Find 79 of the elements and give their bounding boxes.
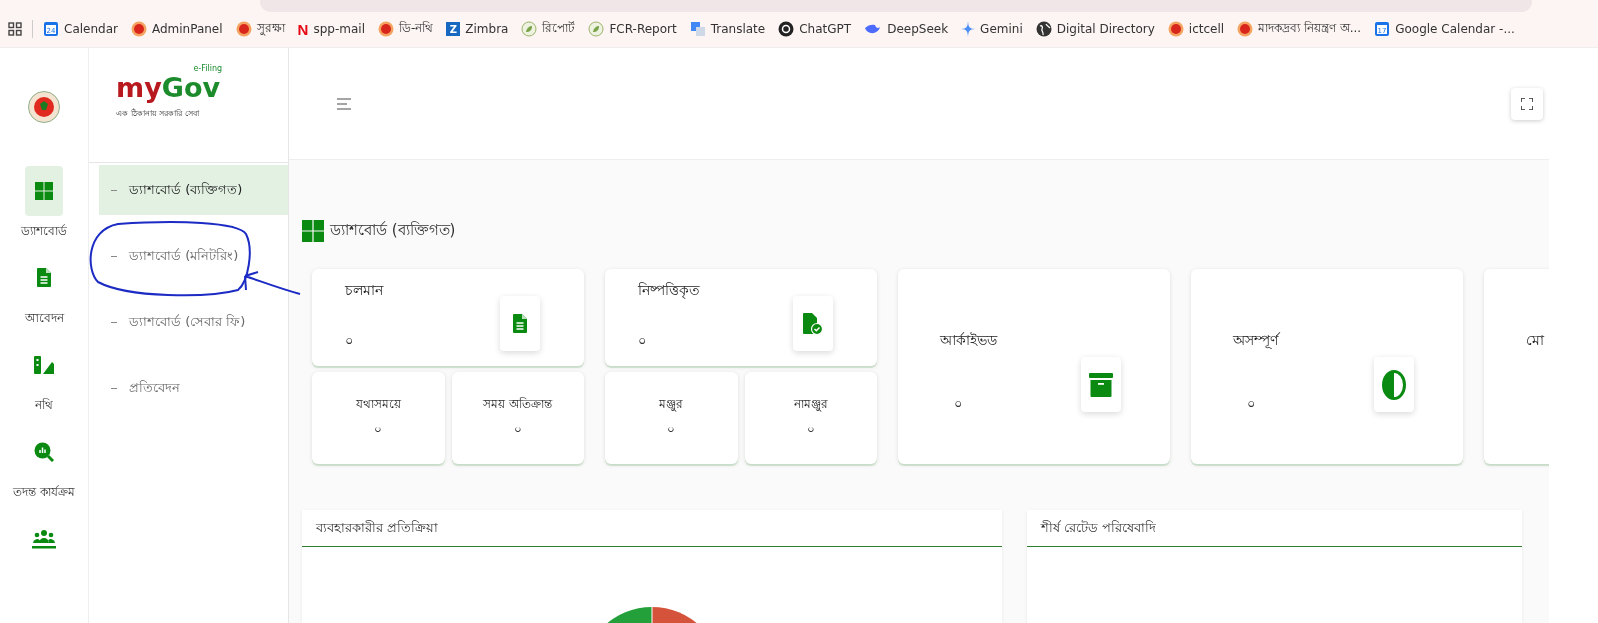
card-value: ০ — [345, 332, 353, 350]
panel-title: শীর্ষ রেটেড পরিষেবাদি — [1027, 510, 1522, 547]
card-value: ০ — [638, 332, 646, 350]
card-value: ০ — [374, 421, 383, 438]
people-icon — [32, 528, 56, 549]
archive-box-icon — [1089, 372, 1113, 397]
dash-icon — [111, 387, 117, 389]
bookmark-link[interactable]: N spp-mail — [297, 20, 365, 38]
panel-title: ব্যবহারকারীর প্রতিক্রিয়া — [302, 510, 1002, 547]
dash-icon — [111, 189, 117, 191]
search-icon — [34, 441, 54, 462]
globe-icon — [1035, 21, 1052, 37]
card-title: মঞ্জুর — [659, 396, 684, 414]
card-value: ০ — [513, 421, 522, 438]
translate-icon — [689, 21, 706, 37]
bookmark-link[interactable]: Digital Directory — [1035, 21, 1155, 37]
emblem-icon — [28, 91, 60, 123]
rail-label: আবেদন — [23, 310, 66, 326]
knot-icon — [778, 21, 795, 37]
fullscreen-button[interactable] — [1511, 87, 1543, 120]
card-value: ০ — [954, 395, 962, 413]
card-value: ০ — [667, 421, 676, 438]
document-check-icon — [803, 312, 823, 335]
bookmark-link[interactable]: ডি-নথি — [377, 19, 434, 39]
leaf-icon — [521, 21, 538, 37]
logo-tagline: এক ঠিকানায় সরকারি সেবা — [116, 107, 200, 120]
bookmark-link[interactable]: DeepSeek — [864, 22, 949, 36]
card-title: চলমান — [345, 281, 383, 300]
card-title: যথাসময়ে — [355, 396, 401, 413]
emblem-icon — [1167, 21, 1184, 37]
sidebar-item[interactable]: ড্যাশবোর্ড (ব্যক্তিগত) — [99, 165, 288, 215]
bookmark-link[interactable]: রিপোর্ট — [521, 19, 576, 39]
files-icon — [34, 355, 54, 374]
emblem-icon — [235, 21, 252, 37]
bookmark-link[interactable]: ChatGPT — [778, 21, 852, 37]
grid-icon — [302, 219, 324, 242]
card-value: ০ — [806, 421, 815, 438]
card-title: অসম্পূর্ণ — [1233, 331, 1278, 351]
bookmark-link[interactable]: Gemini — [961, 21, 1023, 37]
bookmark-link[interactable]: মাদকদ্রব্য নিয়ন্ত্রণ অ... — [1237, 19, 1362, 39]
bookmark-link[interactable]: Translate — [689, 21, 766, 37]
logo-text: my — [116, 74, 162, 101]
leaf-icon — [588, 21, 605, 37]
page-title: ড্যাশবোর্ড (ব্যক্তিগত) — [330, 220, 456, 241]
emblem-icon — [130, 21, 147, 37]
bookmark-link[interactable]: সুরক্ষা — [235, 19, 285, 39]
rail-label: তদন্ত কার্যক্রম — [12, 484, 76, 500]
card-title: আর্কাইভড — [940, 331, 997, 350]
menu-icon[interactable] — [337, 97, 351, 110]
whale-icon — [864, 22, 883, 36]
emblem-icon — [377, 21, 394, 37]
bookmark-link[interactable]: AdminPanel — [130, 21, 223, 37]
rail-label: ড্যাশবোর্ড — [20, 224, 68, 239]
letter-icon: N — [297, 20, 309, 38]
rail-label: নথি — [34, 397, 54, 413]
grid-icon — [35, 182, 53, 200]
card-title: নামঞ্জুর — [793, 396, 828, 414]
emblem-icon — [1237, 21, 1254, 37]
logo-superscript: e-Filing — [193, 65, 223, 73]
card-value: ০ — [1247, 395, 1255, 413]
bookmark-link[interactable]: FCR-Report — [588, 21, 677, 37]
fullscreen-icon — [1521, 97, 1533, 110]
card-title: মো — [1526, 331, 1544, 350]
sidebar-item[interactable]: প্রতিবেদন — [99, 363, 288, 413]
card-title: সময় অতিক্রান্ত — [483, 396, 553, 413]
bookmark-link[interactable]: Z Zimbra — [446, 22, 509, 36]
half-circle-icon — [1382, 369, 1406, 400]
bookmark-link[interactable]: ictcell — [1167, 21, 1225, 37]
logo-text: Gov — [161, 74, 221, 101]
dash-icon — [111, 255, 117, 257]
card-title: নিষ্পত্তিকৃত — [638, 281, 700, 301]
document-icon — [513, 314, 527, 333]
sidebar-item[interactable]: ড্যাশবোর্ড (সেবার ফি) — [99, 297, 288, 347]
dash-icon — [111, 321, 117, 323]
apps-grid-icon[interactable] — [8, 22, 22, 36]
document-icon — [37, 268, 51, 288]
rail-tab[interactable] — [25, 166, 63, 216]
sidebar-item[interactable]: ড্যাশবোর্ড (মনিটরিং) — [99, 231, 288, 281]
letter-square-icon: Z — [446, 22, 461, 36]
